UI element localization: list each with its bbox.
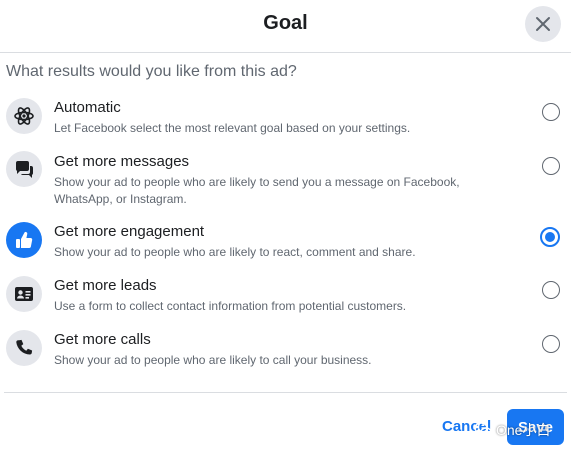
option-title: Automatic: [54, 99, 121, 116]
option-description: Let Facebook select the most relevant go…: [54, 121, 411, 135]
cancel-button[interactable]: Cancel: [442, 418, 491, 435]
option-title: Get more calls: [54, 331, 151, 348]
option-messages[interactable]: Get more messages Show your ad to people…: [0, 146, 571, 206]
option-automatic[interactable]: Automatic Let Facebook select the most r…: [0, 92, 571, 142]
phone-icon: [6, 330, 42, 366]
option-title: Get more leads: [54, 277, 157, 294]
dialog-header: Goal: [0, 0, 571, 53]
save-button[interactable]: Save: [507, 409, 564, 445]
option-description: Use a form to collect contact informatio…: [54, 299, 407, 313]
atom-icon: [6, 98, 42, 134]
radio-messages[interactable]: [542, 157, 560, 175]
thumbs-up-icon: [6, 222, 42, 258]
radio-leads[interactable]: [542, 281, 560, 299]
option-leads[interactable]: Get more leads Use a form to collect con…: [0, 270, 571, 320]
option-title: Get more messages: [54, 153, 190, 170]
chat-bubbles-icon: [6, 151, 42, 187]
close-icon: [536, 17, 550, 31]
radio-automatic[interactable]: [542, 103, 560, 121]
close-button[interactable]: [525, 6, 561, 42]
radio-engagement[interactable]: [540, 227, 560, 247]
option-description: Show your ad to people who are likely to…: [54, 353, 372, 367]
option-description: Show your ad to people who are likely to…: [54, 175, 460, 206]
goal-question: What results would you like from this ad…: [6, 63, 297, 80]
radio-calls[interactable]: [542, 335, 560, 353]
option-title: Get more engagement: [54, 223, 205, 240]
contact-card-icon: [6, 276, 42, 312]
option-calls[interactable]: Get more calls Show your ad to people wh…: [0, 324, 571, 374]
option-description: Show your ad to people who are likely to…: [54, 245, 416, 259]
footer-divider: [4, 392, 567, 393]
option-engagement[interactable]: Get more engagement Show your ad to peop…: [0, 216, 571, 266]
dialog-title: Goal: [263, 12, 308, 34]
